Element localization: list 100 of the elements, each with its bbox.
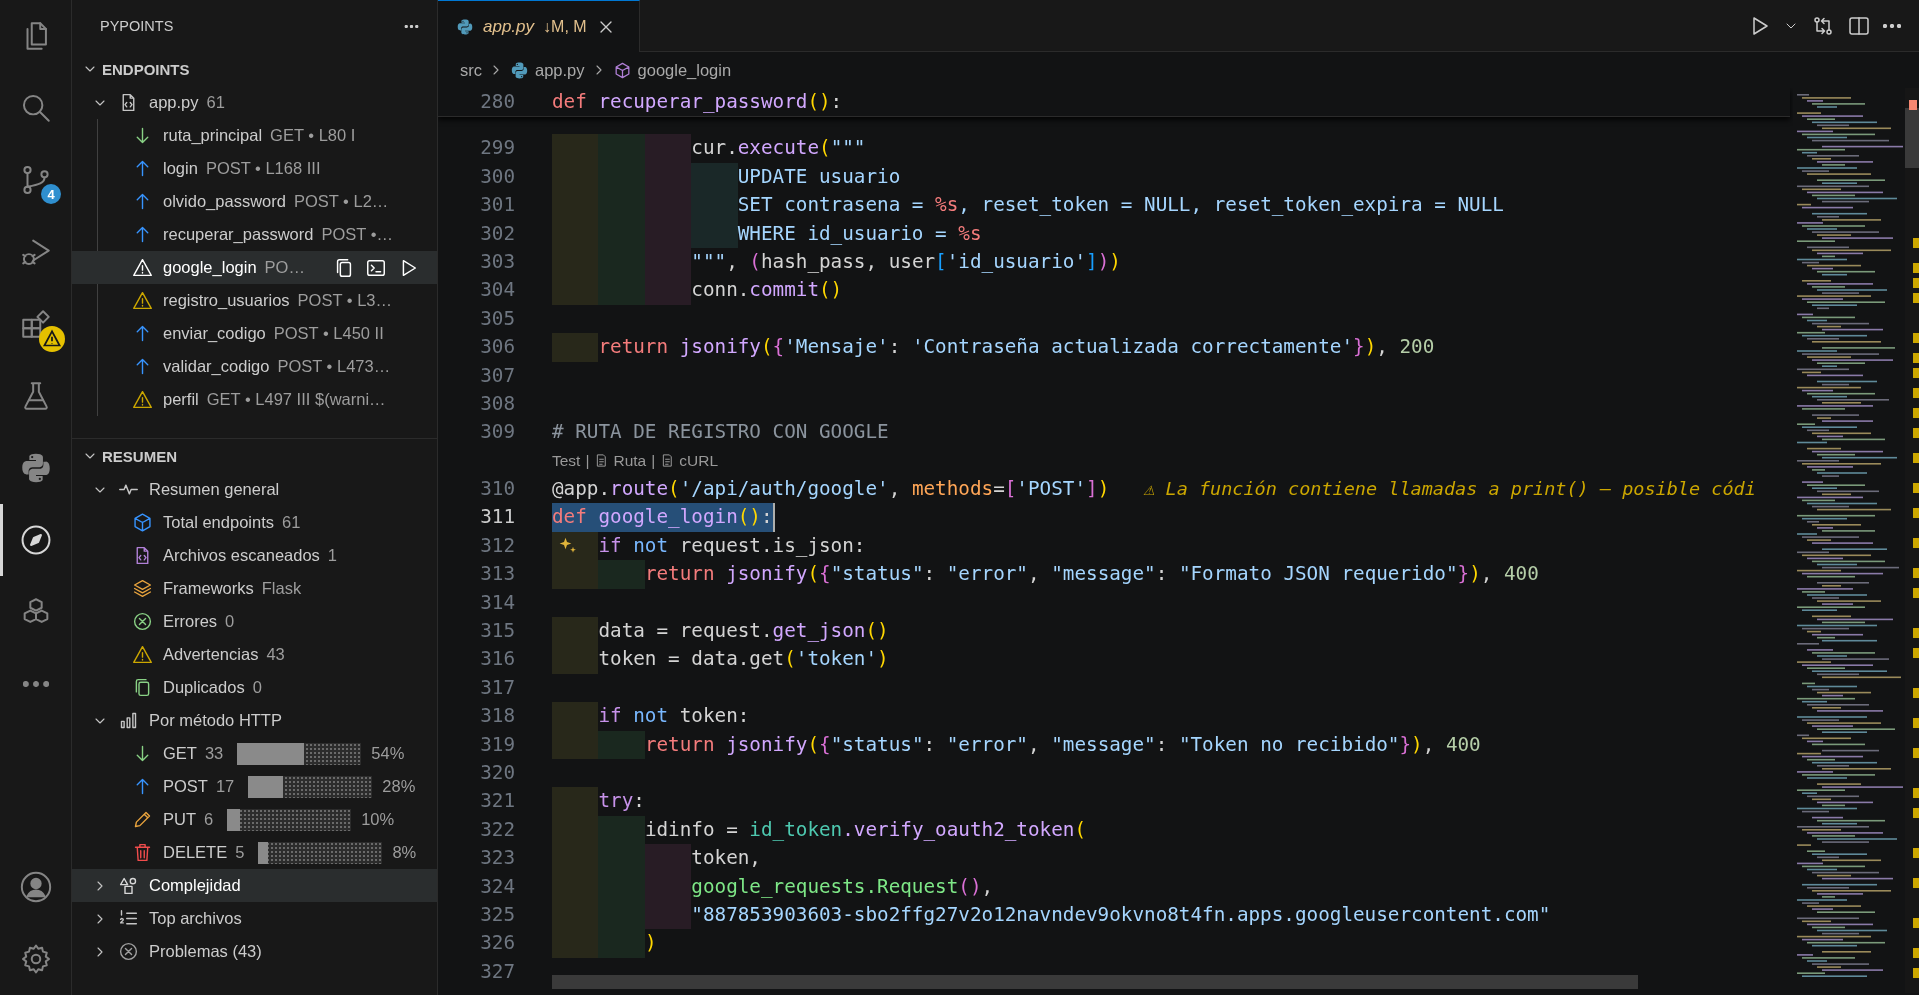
tree-item[interactable]: registro_usuarios POST • L3…: [72, 284, 437, 317]
code-line: "887853903603-sbo2ffg27v2o12navndev9okvno8t4fn.apps.googleusercontent.com": [552, 900, 1551, 930]
tree-item[interactable]: GET 33 54%: [72, 737, 437, 770]
badge: 4: [41, 184, 61, 204]
breadcrumb[interactable]: google_login: [612, 60, 732, 80]
tree-item[interactable]: Top archivos: [72, 902, 437, 935]
tree-label: registro_usuarios: [163, 291, 290, 310]
code-line: token = data.get('token'): [552, 645, 889, 674]
line-number: 311: [479, 504, 515, 531]
tree-item[interactable]: google_login PO…: [72, 251, 437, 284]
tree-detail: POST • L3…: [297, 291, 392, 310]
breadcrumb[interactable]: app.py: [510, 60, 585, 80]
tree-item[interactable]: Duplicados 0: [72, 671, 437, 704]
tree-item[interactable]: Resumen general: [72, 473, 437, 506]
line-number: 309: [479, 419, 515, 446]
code-line: # RUTA DE REGISTRO CON GOOGLE: [552, 419, 889, 446]
tree-item[interactable]: Archivos escaneados 1: [72, 539, 437, 572]
code-line: return jsonify({'Mensaje': 'Contraseña actualizada correctamente'}), 200: [552, 333, 1435, 362]
tree-label: Resumen general: [149, 480, 280, 499]
tree-item[interactable]: login POST • L168 III: [72, 152, 437, 185]
tree-item[interactable]: Advertencias 43: [72, 638, 437, 671]
tree-detail: GET • L497 III $(warni…: [206, 390, 386, 409]
tree-label: Frameworks: [163, 579, 254, 598]
codelens-link[interactable]: cURL: [660, 446, 718, 476]
percent-label: 8%: [392, 843, 417, 862]
tree-label: login: [163, 159, 198, 178]
line-number: 315: [479, 618, 515, 645]
more-icon[interactable]: [1883, 23, 1901, 28]
tree-label: Duplicados: [163, 678, 245, 697]
account-icon: [18, 870, 53, 904]
tree-item[interactable]: validar_codigo POST • L473…: [72, 350, 437, 383]
line-number: 326: [479, 930, 515, 957]
tree-detail: POST • L473…: [277, 357, 391, 376]
tree-detail: POST • L2…: [293, 192, 389, 211]
tree-label: DELETE: [163, 843, 228, 862]
code-line: conn.commit(): [552, 276, 843, 305]
line-number: 324: [479, 873, 515, 900]
code-line: ): [552, 929, 657, 958]
tree-detail: 61: [206, 93, 225, 112]
codelens-link[interactable]: Test: [552, 446, 581, 476]
tree-detail: 6: [204, 810, 214, 829]
scrollbar-thumb[interactable]: [552, 975, 1638, 989]
code-line: cur.execute(""": [552, 134, 866, 163]
tree-label: Complejidad: [149, 876, 241, 895]
tree-item[interactable]: Total endpoints 61: [72, 506, 437, 539]
tree-label: GET: [163, 744, 197, 763]
warning-icon: [132, 257, 153, 278]
tree-item[interactable]: perfil GET • L497 III $(warni…: [72, 383, 437, 416]
tree-item[interactable]: Complejidad: [72, 869, 437, 902]
codelens-link[interactable]: Ruta: [594, 446, 647, 476]
shapes-icon: [118, 875, 139, 896]
code-line: idinfo = id_token.verify_oauth2_token(: [552, 815, 1086, 845]
tree-label: Total endpoints: [163, 513, 274, 532]
tree-item[interactable]: app.py 61: [72, 86, 437, 119]
tree-label: enviar_codigo: [163, 324, 266, 343]
code-line: """, (hash_pass, user['id_usuario'])): [552, 247, 1121, 277]
layers-icon: [132, 578, 153, 599]
tree-item[interactable]: DELETE 5 8%: [72, 836, 437, 869]
line-number: 280: [479, 89, 515, 115]
tree-label: app.py: [149, 93, 199, 112]
code-line: @app.route('/api/auth/google', methods=['POST']): [552, 476, 1110, 503]
tree-item[interactable]: olvido_password POST • L2…: [72, 185, 437, 218]
bar-chart-icon: [118, 710, 139, 731]
line-number: 302: [479, 220, 515, 247]
tree-label: google_login: [163, 258, 257, 277]
section-title[interactable]: RESUMEN: [102, 447, 177, 465]
inline-warning: ⚠ La función contiene llamadas a print() — posible códi: [1143, 477, 1756, 502]
line-number: 318: [479, 703, 515, 730]
tree-item[interactable]: Frameworks Flask: [72, 572, 437, 605]
percent-label: 10%: [361, 810, 395, 829]
cube-icon: [132, 512, 153, 533]
warning-icon: [132, 644, 153, 665]
code-line: UPDATE usuario: [552, 162, 901, 192]
tree-item[interactable]: Problemas (43): [72, 935, 437, 968]
line-number: 313: [479, 561, 515, 588]
breadcrumb[interactable]: src: [460, 60, 482, 80]
tree-item[interactable]: Por método HTTP: [72, 704, 437, 737]
tree-detail: POST • L168 III: [205, 159, 321, 178]
tree-item[interactable]: POST 17 28%: [72, 770, 437, 803]
tree-item[interactable]: recuperar_password POST •…: [72, 218, 437, 251]
line-number: 310: [479, 476, 515, 503]
tree-item[interactable]: Errores 0: [72, 605, 437, 638]
codelens-separator: |: [585, 450, 590, 471]
activity-button[interactable]: 4: [0, 144, 71, 216]
more-icon: [22, 681, 49, 687]
python-icon: [510, 60, 529, 80]
tree-item[interactable]: PUT 6 10%: [72, 803, 437, 836]
line-number: 325: [479, 901, 515, 928]
code-line: if not token:: [552, 702, 750, 731]
tree-detail: POST •…: [321, 225, 393, 244]
section-title[interactable]: ENDPOINTS: [102, 60, 190, 78]
editor-tab[interactable]: app.py ↓M, M: [438, 0, 640, 52]
percent-label: 54%: [371, 744, 405, 763]
tree-item[interactable]: ruta_principal GET • L80 I: [72, 119, 437, 152]
more-icon[interactable]: [404, 24, 419, 28]
line-number: 322: [479, 816, 515, 843]
tree-label: Top archivos: [149, 909, 242, 928]
line-number: 316: [479, 646, 515, 673]
tree-item[interactable]: enviar_codigo POST • L450 II: [72, 317, 437, 350]
line-number: 320: [479, 760, 515, 786]
